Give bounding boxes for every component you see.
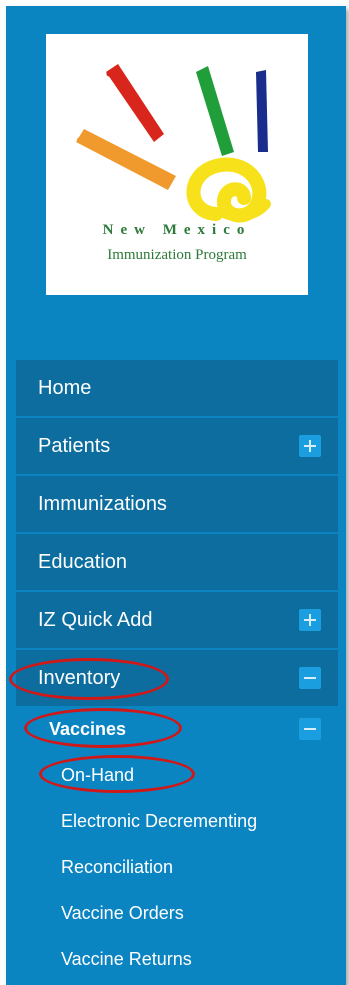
- menu-item-label: Patients: [38, 435, 111, 457]
- menu-item-home[interactable]: Home: [16, 360, 338, 416]
- menu-item-label: Immunizations: [38, 493, 167, 515]
- program-logo[interactable]: New Mexico Immunization Program: [46, 34, 308, 295]
- expand-icon[interactable]: [299, 609, 321, 631]
- logo-subtitle: Immunization Program: [107, 247, 247, 263]
- menu-item-immunizations[interactable]: Immunizations: [16, 476, 338, 532]
- submenu-item-reconciliation[interactable]: Reconciliation: [16, 844, 338, 890]
- submenu-item-label: Vaccines: [49, 719, 127, 739]
- collapse-icon[interactable]: [299, 718, 321, 740]
- submenu-item-vaccine-orders[interactable]: Vaccine Orders: [16, 890, 338, 936]
- collapse-icon[interactable]: [299, 667, 321, 689]
- menu-item-patients[interactable]: Patients: [16, 418, 338, 474]
- expand-icon[interactable]: [299, 435, 321, 457]
- menu-item-education[interactable]: Education: [16, 534, 338, 590]
- submenu-item-vaccines[interactable]: Vaccines: [16, 706, 338, 752]
- submenu-item-vaccine-returns[interactable]: Vaccine Returns: [16, 936, 338, 982]
- logo-title: New Mexico: [102, 222, 252, 238]
- menu-item-label: Home: [38, 377, 92, 399]
- menu-item-label: IZ Quick Add: [38, 609, 153, 631]
- menu-item-inventory[interactable]: Inventory: [16, 650, 338, 706]
- inventory-submenu: Vaccines On-Hand Electronic Decrementing…: [16, 706, 338, 982]
- menu-item-iz-quick-add[interactable]: IZ Quick Add: [16, 592, 338, 648]
- menu-item-label: Education: [38, 551, 127, 573]
- main-menu: Home Patients Immunizations Education IZ…: [16, 360, 338, 982]
- menu-item-label: Inventory: [38, 667, 121, 689]
- submenu-item-electronic-decrementing[interactable]: Electronic Decrementing: [16, 798, 338, 844]
- sidebar: New Mexico Immunization Program Home Pat…: [6, 6, 346, 985]
- submenu-item-on-hand[interactable]: On-Hand: [16, 752, 338, 798]
